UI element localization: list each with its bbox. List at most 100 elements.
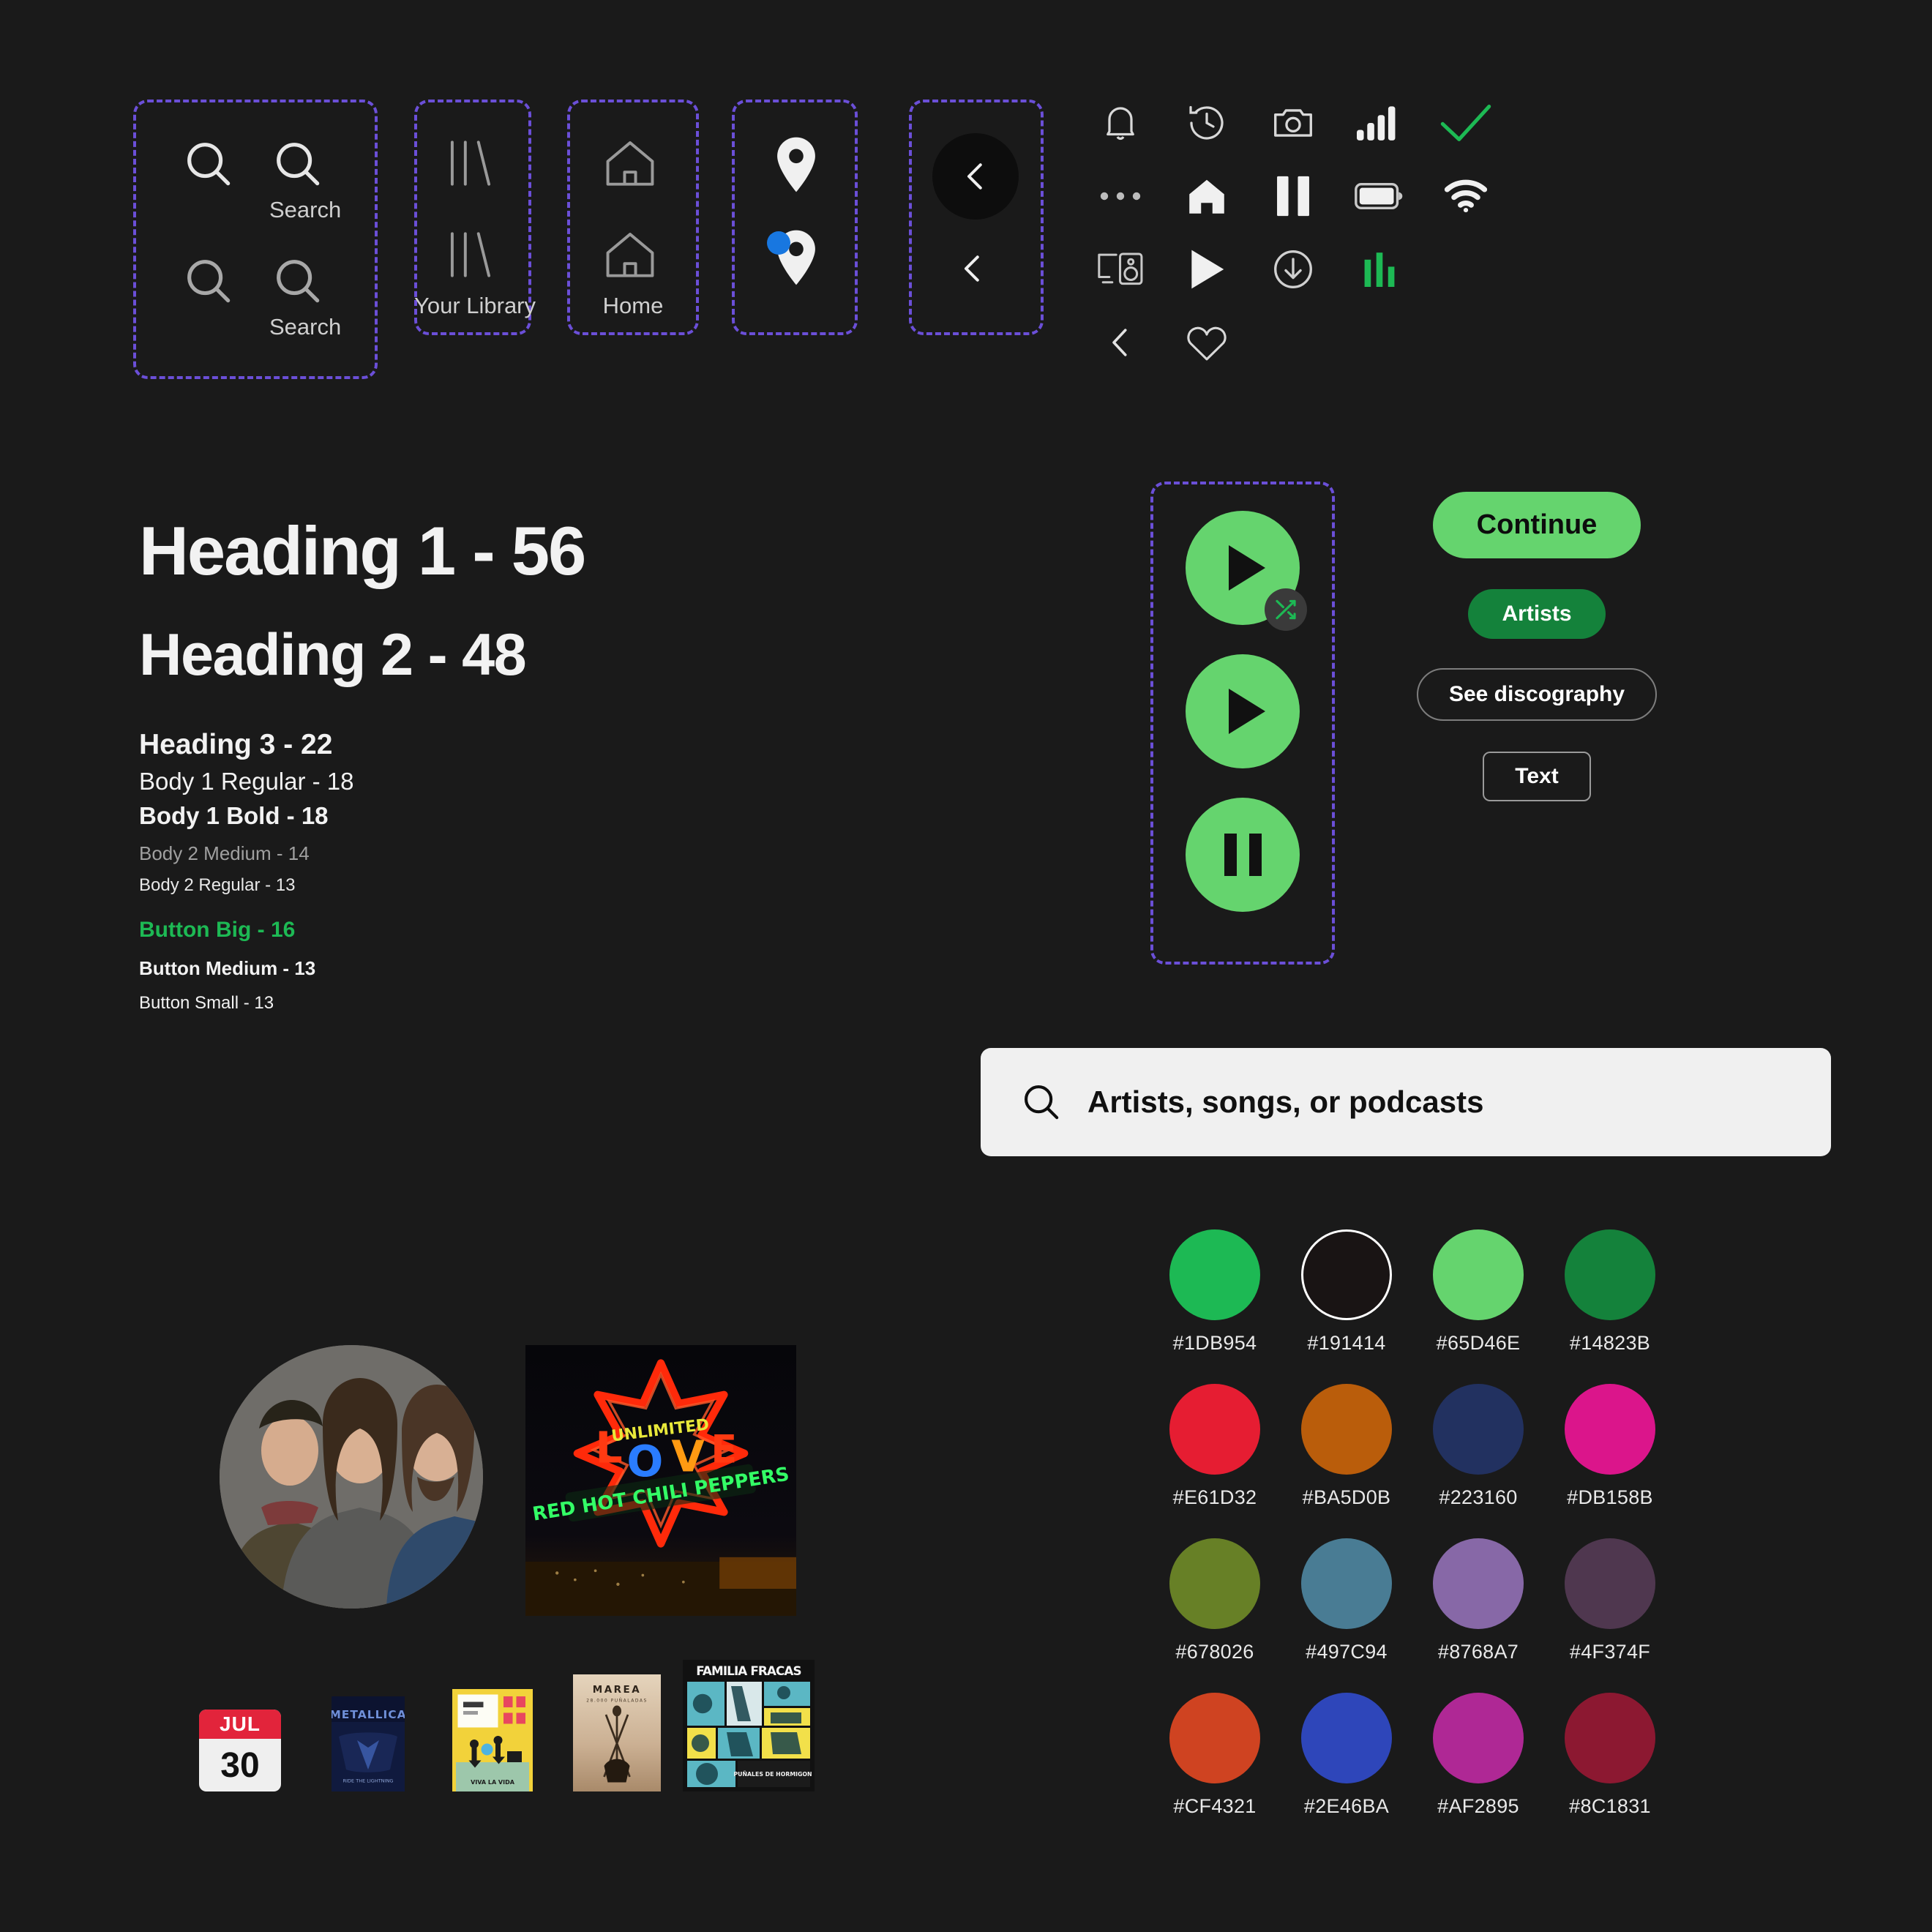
pause-icon[interactable] [1250, 160, 1336, 233]
color-swatch-hex: #4F374F [1569, 1641, 1651, 1663]
color-swatch-dot [1301, 1693, 1392, 1783]
play-shuffle-button[interactable] [1186, 511, 1307, 631]
home-outline-icon-bottom[interactable] [599, 223, 662, 286]
heart-icon[interactable] [1164, 306, 1250, 379]
svg-text:METALLICA: METALLICA [332, 1708, 405, 1721]
play-button[interactable] [1186, 654, 1300, 768]
library-icon-top[interactable] [439, 132, 502, 195]
color-swatch-hex: #14823B [1569, 1332, 1651, 1354]
shuffle-icon [1276, 599, 1296, 620]
bell-icon[interactable] [1077, 86, 1164, 160]
battery-icon [1336, 160, 1423, 233]
search-icon-label-bottom: Search [269, 314, 342, 340]
color-swatch-dot [1301, 1229, 1392, 1320]
color-swatch[interactable]: #223160 [1412, 1384, 1544, 1509]
color-swatch-dot [1565, 1538, 1655, 1629]
color-swatch-hex: #CF4321 [1173, 1795, 1257, 1817]
svg-text:PUÑALES DE HORMIGON: PUÑALES DE HORMIGON [733, 1771, 812, 1778]
color-swatch[interactable]: #BA5D0B [1281, 1384, 1412, 1509]
color-swatch[interactable]: #AF2895 [1412, 1693, 1544, 1818]
color-swatch-hex: #678026 [1175, 1641, 1254, 1663]
button-big-sample: Button Big - 16 [139, 918, 296, 943]
location-pin-icon[interactable] [776, 135, 817, 194]
calendar-day: 30 [220, 1745, 260, 1785]
album-thumb-metallica[interactable]: METALLICA RIDE THE LIGHTNING [332, 1696, 405, 1791]
search-icon-plain-bl[interactable] [180, 252, 237, 310]
wifi-icon [1423, 160, 1509, 233]
color-swatch[interactable]: #14823B [1544, 1229, 1676, 1355]
back-button-circle[interactable] [932, 133, 1019, 220]
location-pin-with-dot-icon[interactable] [767, 228, 817, 287]
search-icon [1025, 1085, 1059, 1120]
color-swatch-hex: #BA5D0B [1302, 1486, 1391, 1508]
color-palette-grid: #1DB954 #191414 #65D46E #14823B #E61D32 #BA5D… [1149, 1229, 1676, 1818]
home-outline-icon-top[interactable] [599, 132, 662, 195]
svg-text:L: L [595, 1423, 622, 1472]
calendar-month: JUL [199, 1710, 281, 1739]
svg-text:28.000 PUÑALADAS: 28.000 PUÑALADAS [586, 1699, 648, 1704]
color-swatch[interactable]: #497C94 [1281, 1538, 1412, 1663]
color-swatch-dot [1169, 1384, 1260, 1475]
clock-history-icon[interactable] [1164, 86, 1250, 160]
color-swatch[interactable]: #E61D32 [1149, 1384, 1281, 1509]
library-icon-bottom[interactable] [439, 223, 502, 286]
album-art: UNLIMITED L O V E RED HOT CHILI PEPPERS [525, 1345, 796, 1616]
color-swatch-hex: #E61D32 [1172, 1486, 1257, 1508]
pause-bars-icon [1224, 834, 1262, 876]
color-swatch[interactable]: #191414 [1281, 1229, 1412, 1355]
artists-button[interactable]: Artists [1468, 589, 1606, 639]
color-swatch[interactable]: #4F374F [1544, 1538, 1676, 1663]
color-swatch[interactable]: #8768A7 [1412, 1538, 1544, 1663]
color-swatch-dot [1169, 1693, 1260, 1783]
cast-speaker-icon[interactable] [1077, 233, 1164, 306]
svg-text:FAMILIA FRACAS: FAMILIA FRACAS [696, 1663, 801, 1678]
color-swatch-hex: #65D46E [1436, 1332, 1521, 1354]
color-swatch[interactable]: #1DB954 [1149, 1229, 1281, 1355]
home-filled-icon[interactable] [1164, 160, 1250, 233]
color-swatch-hex: #DB158B [1567, 1486, 1653, 1508]
svg-text:RIDE THE LIGHTNING: RIDE THE LIGHTNING [343, 1778, 394, 1784]
search-icon-labeled-tr[interactable]: Search [269, 135, 341, 223]
color-swatch[interactable]: #678026 [1149, 1538, 1281, 1663]
color-swatch-dot [1433, 1693, 1524, 1783]
color-swatch[interactable]: #CF4321 [1149, 1693, 1281, 1818]
color-swatch-hex: #223160 [1439, 1486, 1518, 1508]
icon-library-grid [1077, 86, 1509, 379]
color-swatch-dot [1433, 1229, 1524, 1320]
search-input[interactable]: Artists, songs, or podcasts [981, 1048, 1831, 1156]
color-swatch-hex: #1DB954 [1172, 1332, 1257, 1354]
back-chevron-icon[interactable] [953, 249, 992, 288]
search-icon-labeled-br[interactable]: Search [269, 252, 341, 340]
see-discography-button[interactable]: See discography [1416, 668, 1658, 721]
shuffle-badge[interactable] [1265, 588, 1307, 631]
svg-text:MAREA: MAREA [593, 1684, 641, 1696]
color-swatch-dot [1301, 1538, 1392, 1629]
body-2-regular-sample: Body 2 Regular - 13 [139, 875, 296, 896]
color-swatch-hex: #2E46BA [1303, 1795, 1390, 1817]
text-button[interactable]: Text [1483, 752, 1591, 801]
play-icon[interactable] [1164, 233, 1250, 306]
color-swatch[interactable]: #8C1831 [1544, 1693, 1676, 1818]
color-swatch[interactable]: #DB158B [1544, 1384, 1676, 1509]
album-thumb-yellow[interactable]: VIVA LA VIDA [452, 1689, 533, 1791]
svg-text:E: E [711, 1427, 737, 1472]
search-icon-plain-tl[interactable] [180, 135, 237, 192]
color-swatch[interactable]: #2E46BA [1281, 1693, 1412, 1818]
design-system-canvas: Search Search Your Library Home Heading … [0, 0, 1932, 1932]
color-swatch[interactable]: #65D46E [1412, 1229, 1544, 1355]
color-swatch-dot [1565, 1384, 1655, 1475]
color-swatch-dot [1301, 1384, 1392, 1475]
download-circle-icon[interactable] [1250, 233, 1336, 306]
play-triangle-icon [1229, 545, 1265, 591]
pause-button[interactable] [1186, 798, 1300, 912]
button-small-sample: Button Small - 13 [139, 992, 274, 1013]
camera-icon[interactable] [1250, 86, 1336, 160]
heading-2-sample: Heading 2 - 48 [139, 622, 527, 689]
continue-button[interactable]: Continue [1432, 492, 1641, 558]
play-triangle-icon [1229, 689, 1265, 734]
album-thumb-familia-fracas[interactable]: FAMILIA FRACAS PUÑALES DE HORMIGON [683, 1660, 815, 1791]
album-thumb-marea[interactable]: MAREA 28.000 PUÑALADAS [573, 1674, 661, 1791]
avatar [220, 1345, 483, 1609]
more-dots-icon[interactable] [1077, 160, 1164, 233]
chevron-left-icon[interactable] [1077, 306, 1164, 379]
